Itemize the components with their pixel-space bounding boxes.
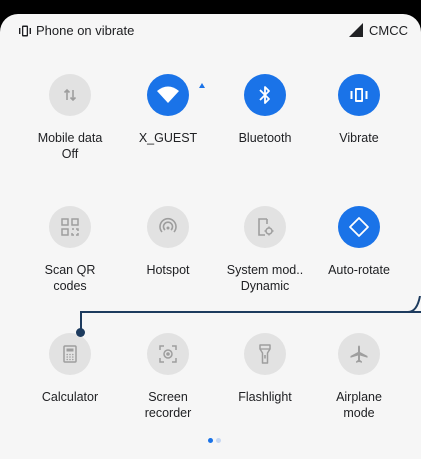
system-mode-icon	[258, 218, 274, 236]
vibrate-status-text: Phone on vibrate	[36, 23, 135, 38]
status-bar: Phone on vibrate CMCC	[0, 22, 421, 46]
screen-recorder-toggle[interactable]	[147, 333, 189, 375]
qr-code-icon	[61, 218, 79, 236]
tile-label: Bluetooth	[238, 131, 292, 145]
annotation-line	[80, 311, 421, 313]
wifi-toggle[interactable]	[147, 74, 189, 116]
hotspot-toggle[interactable]	[147, 206, 189, 248]
signal-icon	[349, 23, 363, 37]
tile-label: System mod.. Dynamic	[226, 263, 304, 293]
tile-label: Auto-rotate	[328, 263, 390, 277]
page-dot-active[interactable]	[208, 438, 213, 443]
carrier-name: CMCC	[369, 23, 408, 38]
tile-label: Vibrate	[339, 131, 379, 145]
system-mode-toggle[interactable]	[244, 206, 286, 248]
tile-label: Mobile data Off	[37, 131, 103, 161]
flashlight-toggle[interactable]	[244, 333, 286, 375]
tile-label: Scan QR codes	[44, 263, 96, 293]
annotation-curve	[408, 296, 421, 313]
airplane-icon	[350, 345, 368, 363]
airplane-toggle[interactable]	[338, 333, 380, 375]
auto-rotate-icon	[349, 217, 369, 237]
calculator-toggle[interactable]	[49, 333, 91, 375]
vibrate-toggle[interactable]	[338, 74, 380, 116]
vibrate-icon	[350, 88, 368, 102]
vibrate-icon	[19, 25, 31, 37]
tile-label: X_GUEST	[138, 131, 198, 145]
page-dot[interactable]	[216, 438, 221, 443]
hotspot-icon	[159, 217, 177, 233]
tile-label: Screen recorder	[144, 390, 192, 420]
scan-qr-toggle[interactable]	[49, 206, 91, 248]
tile-label: Calculator	[41, 390, 99, 404]
calculator-icon	[63, 345, 77, 363]
bluetooth-toggle[interactable]	[244, 74, 286, 116]
annotation-marker	[76, 328, 85, 337]
mobile-data-toggle[interactable]	[49, 74, 91, 116]
mobile-data-icon	[63, 88, 77, 102]
tile-label: Flashlight	[238, 390, 292, 404]
flashlight-icon	[259, 344, 271, 364]
wifi-activity-icon	[199, 83, 205, 88]
wifi-icon	[157, 86, 179, 103]
tile-label: Hotspot	[146, 263, 190, 277]
tile-label: Airplane mode	[336, 390, 382, 420]
auto-rotate-toggle[interactable]	[338, 206, 380, 248]
screen-recorder-icon	[159, 345, 177, 363]
bluetooth-icon	[259, 86, 270, 104]
